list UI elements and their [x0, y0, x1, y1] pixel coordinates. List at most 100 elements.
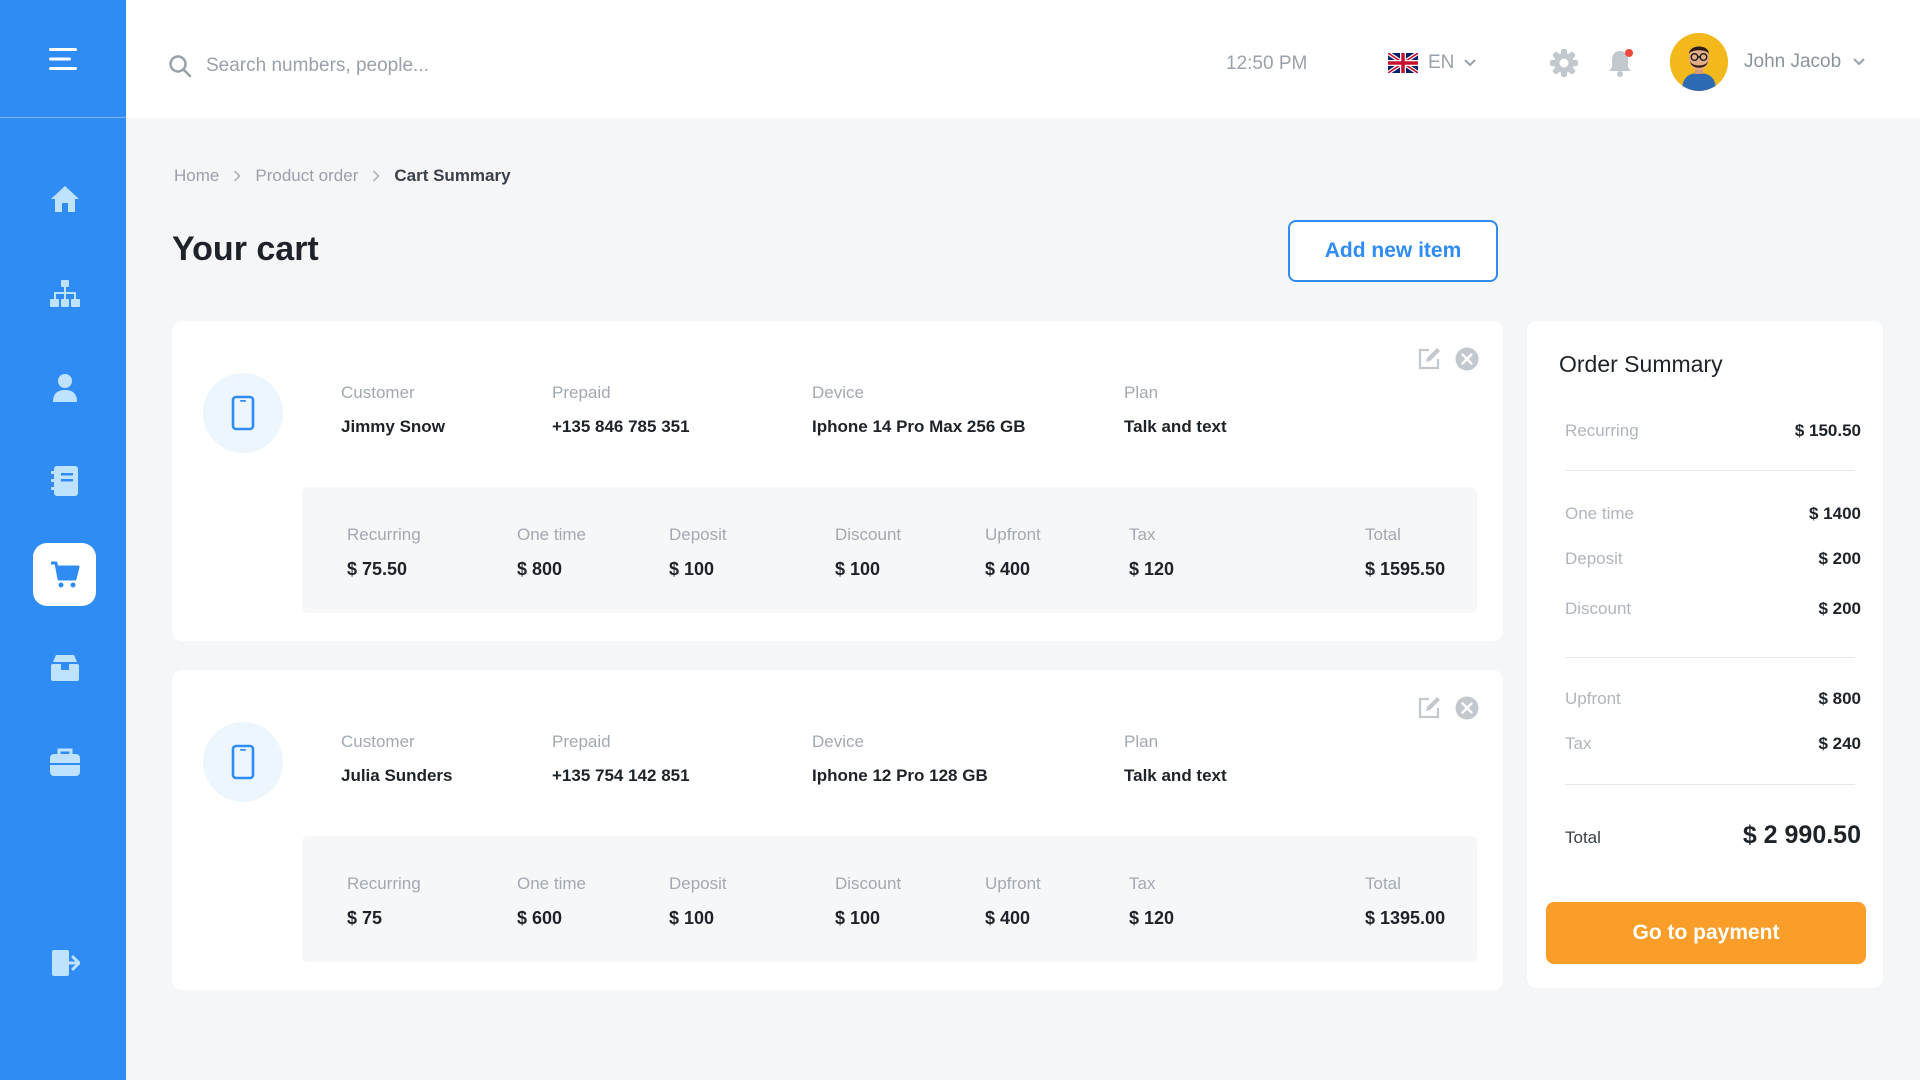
breadcrumb-product-order[interactable]: Product order	[255, 166, 358, 186]
price-label: Discount	[835, 874, 902, 893]
cart-icon	[50, 561, 79, 587]
clock-time: 12:50 PM	[1226, 53, 1308, 74]
home-icon	[50, 185, 79, 212]
search-bar[interactable]	[168, 44, 688, 88]
summary-value: $ 1400	[1809, 504, 1861, 523]
user-menu[interactable]: John Jacob	[1670, 33, 1865, 91]
chevron-right-icon	[233, 170, 241, 182]
cart-item-card: Customer Jimmy Snow Prepaid +135 846 785…	[172, 321, 1503, 641]
briefcase-icon	[49, 748, 80, 776]
summary-value: $ 800	[1818, 689, 1861, 708]
prepaid-field: Prepaid +135 754 142 851	[552, 732, 690, 786]
price-value: $ 100	[669, 559, 715, 579]
divider	[1565, 784, 1855, 785]
customer-field: Customer Jimmy Snow	[341, 383, 445, 437]
price-label: One time	[517, 525, 586, 544]
sidebar-item-organization[interactable]	[33, 262, 96, 325]
price-label: Tax	[1129, 525, 1156, 544]
add-new-item-button[interactable]: Add new item	[1288, 220, 1498, 282]
prepaid-number: +135 754 142 851	[552, 766, 690, 785]
user-avatar-icon	[1670, 33, 1728, 91]
breadcrumb-home[interactable]: Home	[174, 166, 219, 186]
customer-label: Customer	[341, 383, 415, 402]
price-total: Total $ 1595.50	[1365, 525, 1445, 580]
price-label: Total	[1365, 525, 1401, 544]
settings-button[interactable]	[1549, 48, 1579, 78]
plan-name: Talk and text	[1124, 417, 1227, 436]
summary-label: Recurring	[1565, 421, 1639, 440]
sidebar-item-home[interactable]	[33, 167, 96, 230]
price-value: $ 120	[1129, 908, 1175, 928]
phone-icon	[231, 744, 255, 780]
go-to-payment-button[interactable]: Go to payment	[1546, 902, 1866, 964]
card-actions	[1417, 347, 1479, 376]
price-breakdown: Recurring $ 75 One time $ 600 Deposit $ 100…	[302, 836, 1477, 962]
sidebar-item-cart[interactable]	[33, 543, 96, 606]
price-value: $ 1595.50	[1365, 559, 1446, 579]
summary-total-label: Total	[1565, 828, 1601, 847]
summary-label: One time	[1565, 504, 1634, 523]
price-total: Total $ 1395.00	[1365, 874, 1445, 929]
order-summary-panel: Order Summary Recurring $ 150.50 One time…	[1527, 321, 1883, 988]
price-value: $ 600	[517, 908, 563, 928]
summary-value: $ 200	[1818, 599, 1861, 618]
summary-row-discount: Discount $ 200	[1565, 599, 1861, 619]
summary-total-row: Total $ 2 990.50	[1565, 821, 1861, 850]
device-thumbnail	[203, 722, 283, 802]
price-label: Deposit	[669, 874, 727, 893]
summary-row-recurring: Recurring $ 150.50	[1565, 421, 1861, 441]
logout-icon	[51, 949, 80, 976]
sidebar-item-catalog[interactable]	[33, 449, 96, 512]
language-selector[interactable]: EN	[1388, 52, 1477, 74]
price-deposit: Deposit $ 100	[669, 525, 727, 580]
price-deposit: Deposit $ 100	[669, 874, 727, 929]
customer-name: Jimmy Snow	[341, 417, 445, 436]
summary-label: Deposit	[1565, 549, 1623, 568]
language-label: EN	[1428, 52, 1455, 73]
edit-icon	[1418, 697, 1440, 719]
prepaid-number: +135 846 785 351	[552, 417, 690, 436]
edit-button[interactable]	[1417, 347, 1441, 376]
price-value: $ 75.50	[347, 559, 408, 579]
breadcrumb: Home Product order Cart Summary	[174, 166, 511, 186]
search-input[interactable]	[206, 55, 686, 77]
edit-button[interactable]	[1417, 696, 1441, 725]
user-icon	[52, 373, 77, 402]
customer-field: Customer Julia Sunders	[341, 732, 452, 786]
price-value: $ 800	[517, 559, 563, 579]
sidebar-item-users[interactable]	[33, 356, 96, 419]
menu-button[interactable]	[0, 0, 126, 118]
price-label: Deposit	[669, 525, 727, 544]
summary-row-upfront: Upfront $ 800	[1565, 689, 1861, 709]
price-label: One time	[517, 874, 586, 893]
device-label: Device	[812, 383, 864, 402]
device-name: Iphone 12 Pro 128 GB	[812, 766, 988, 785]
price-value: $ 400	[985, 908, 1031, 928]
sidebar-item-logout[interactable]	[33, 931, 96, 994]
summary-row-deposit: Deposit $ 200	[1565, 549, 1861, 569]
chevron-right-icon	[372, 170, 380, 182]
summary-label: Upfront	[1565, 689, 1621, 708]
price-recurring: Recurring $ 75.50	[347, 525, 421, 580]
hierarchy-icon	[49, 279, 80, 307]
summary-row-tax: Tax $ 240	[1565, 734, 1861, 754]
price-label: Discount	[835, 525, 902, 544]
remove-button[interactable]	[1455, 347, 1479, 376]
cart-item-card: Customer Julia Sunders Prepaid +135 754 …	[172, 670, 1503, 990]
device-field: Device Iphone 14 Pro Max 256 GB	[812, 383, 1026, 437]
sidebar-item-products[interactable]	[33, 636, 96, 699]
price-one-time: One time $ 600	[517, 874, 586, 929]
price-discount: Discount $ 100	[835, 525, 901, 580]
search-icon	[169, 55, 192, 78]
price-value: $ 100	[835, 908, 881, 928]
avatar	[1670, 33, 1728, 91]
sidebar-item-business[interactable]	[33, 730, 96, 793]
remove-button[interactable]	[1455, 696, 1479, 725]
notifications-button[interactable]	[1605, 48, 1635, 78]
device-thumbnail	[203, 373, 283, 453]
customer-label: Customer	[341, 732, 415, 751]
price-discount: Discount $ 100	[835, 874, 901, 929]
price-one-time: One time $ 800	[517, 525, 586, 580]
book-icon	[50, 465, 78, 496]
price-label: Upfront	[985, 874, 1041, 893]
